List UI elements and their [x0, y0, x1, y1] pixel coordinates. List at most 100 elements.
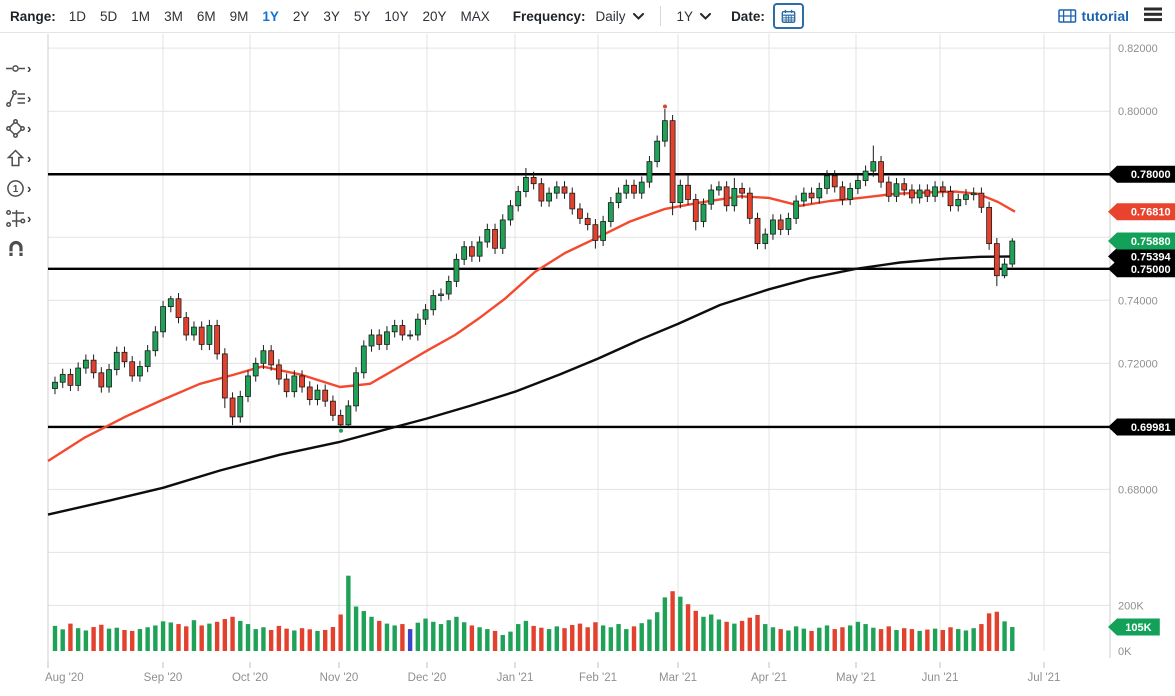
volume-bar — [153, 625, 157, 651]
volume-bar — [848, 625, 852, 651]
date-picker-button[interactable] — [773, 3, 804, 29]
candle-body — [168, 299, 173, 307]
volume-bar — [555, 626, 559, 651]
volume-bar — [354, 606, 358, 651]
tutorial-link[interactable]: tutorial — [1058, 8, 1129, 24]
y-axis-label: 0.74000 — [1118, 295, 1158, 307]
volume-bar — [176, 624, 180, 651]
volume-bar — [277, 626, 281, 651]
volume-bar — [246, 624, 250, 651]
candle-body — [963, 195, 968, 200]
candle-body — [292, 376, 297, 392]
volume-bar — [61, 629, 65, 651]
menu-button[interactable] — [1141, 5, 1165, 27]
candle-body — [554, 187, 559, 193]
volume-bar — [230, 617, 234, 651]
candle-body — [222, 354, 227, 398]
volume-bar — [392, 625, 396, 651]
range-option-1m[interactable]: 1M — [124, 7, 157, 26]
volume-bar — [107, 629, 111, 651]
volume-bar — [593, 622, 597, 651]
range-option-2y[interactable]: 2Y — [286, 7, 317, 26]
candle-body — [670, 121, 675, 203]
candle-body — [83, 360, 88, 368]
number-one-circle-icon: 1 — [5, 178, 26, 199]
frequency-dropdown[interactable]: Daily — [592, 7, 648, 26]
x-axis-label: Apr '21 — [751, 672, 787, 684]
volume-bar — [833, 629, 837, 651]
volume-bar — [169, 622, 173, 651]
candle-body — [678, 185, 683, 202]
range-option-5y[interactable]: 5Y — [347, 7, 378, 26]
range-option-1y[interactable]: 1Y — [255, 7, 286, 26]
volume-bar — [578, 624, 582, 651]
low-marker — [339, 429, 343, 433]
calendar-icon — [781, 8, 796, 25]
candle-body — [701, 204, 706, 221]
range-option-6m[interactable]: 6M — [190, 7, 223, 26]
volume-bar — [701, 617, 705, 651]
volume-bar — [531, 626, 535, 651]
volume-bar — [470, 625, 474, 651]
range-option-9m[interactable]: 9M — [223, 7, 256, 26]
range-option-5d[interactable]: 5D — [93, 7, 124, 26]
candle-body — [307, 387, 312, 400]
candle-body — [879, 162, 884, 182]
candle-body — [408, 335, 413, 336]
candle-body — [215, 326, 220, 354]
range-option-20y[interactable]: 20Y — [415, 7, 453, 26]
trend-line-tool[interactable]: › — [5, 53, 31, 83]
measure-tool[interactable]: › — [5, 203, 31, 233]
candle-body — [477, 242, 482, 256]
volume-bar — [941, 630, 945, 651]
candle-body — [562, 187, 567, 193]
magnet-tool-icon — [5, 237, 27, 259]
candle-body — [585, 218, 590, 224]
volume-bar — [763, 624, 767, 651]
volume-bar — [485, 629, 489, 651]
zoom-period-dropdown[interactable]: 1Y — [673, 7, 716, 26]
candle-body — [516, 192, 521, 206]
price-chart[interactable]: 0.820000.800000.740000.720000.68000200K0… — [0, 0, 1175, 696]
volume-axis-label: 0K — [1118, 646, 1132, 658]
volume-bar — [462, 622, 466, 651]
chevron-right-icon: › — [27, 62, 31, 75]
range-option-10y[interactable]: 10Y — [377, 7, 415, 26]
candle-body — [724, 187, 729, 206]
candle-body — [99, 373, 104, 387]
volume-bar — [431, 622, 435, 651]
volume-bar — [887, 626, 891, 651]
range-option-max[interactable]: MAX — [453, 7, 496, 26]
volume-bar — [91, 627, 95, 651]
gridlines-layer — [48, 34, 1110, 668]
x-axis-label: Feb '21 — [579, 672, 617, 684]
candle-body — [415, 319, 420, 335]
volume-bar — [616, 624, 620, 651]
candle-body — [76, 368, 81, 385]
range-option-1d[interactable]: 1D — [62, 7, 93, 26]
shapes-tool[interactable]: › — [5, 113, 31, 143]
candle-body — [330, 401, 335, 415]
volume-bar — [910, 629, 914, 651]
range-selector: 1D5D1M3M6M9M1Y2Y3Y5Y10Y20YMAX — [62, 7, 497, 26]
volume-bar — [501, 635, 505, 651]
volume-bar — [408, 629, 412, 651]
candle-body — [145, 351, 150, 367]
arrow-tool[interactable]: › — [5, 143, 31, 173]
volume-bar — [145, 627, 149, 651]
price-badge-0.78000-text: 0.78000 — [1131, 169, 1171, 181]
volume-bar — [647, 620, 651, 651]
candle-body — [987, 207, 992, 243]
magnet-tool[interactable] — [5, 233, 31, 263]
chevron-right-icon: › — [27, 122, 31, 135]
number-marker-tool[interactable]: 1 › — [5, 173, 31, 203]
range-option-3y[interactable]: 3Y — [316, 7, 347, 26]
candle-body — [601, 222, 606, 241]
range-option-3m[interactable]: 3M — [157, 7, 190, 26]
candle-body — [323, 390, 328, 401]
volume-bar — [215, 622, 219, 651]
volume-layer[interactable] — [53, 576, 1015, 651]
volume-badge-text: 105K — [1125, 622, 1151, 634]
candle-body — [1002, 264, 1007, 276]
annotation-tool[interactable]: › — [5, 83, 31, 113]
